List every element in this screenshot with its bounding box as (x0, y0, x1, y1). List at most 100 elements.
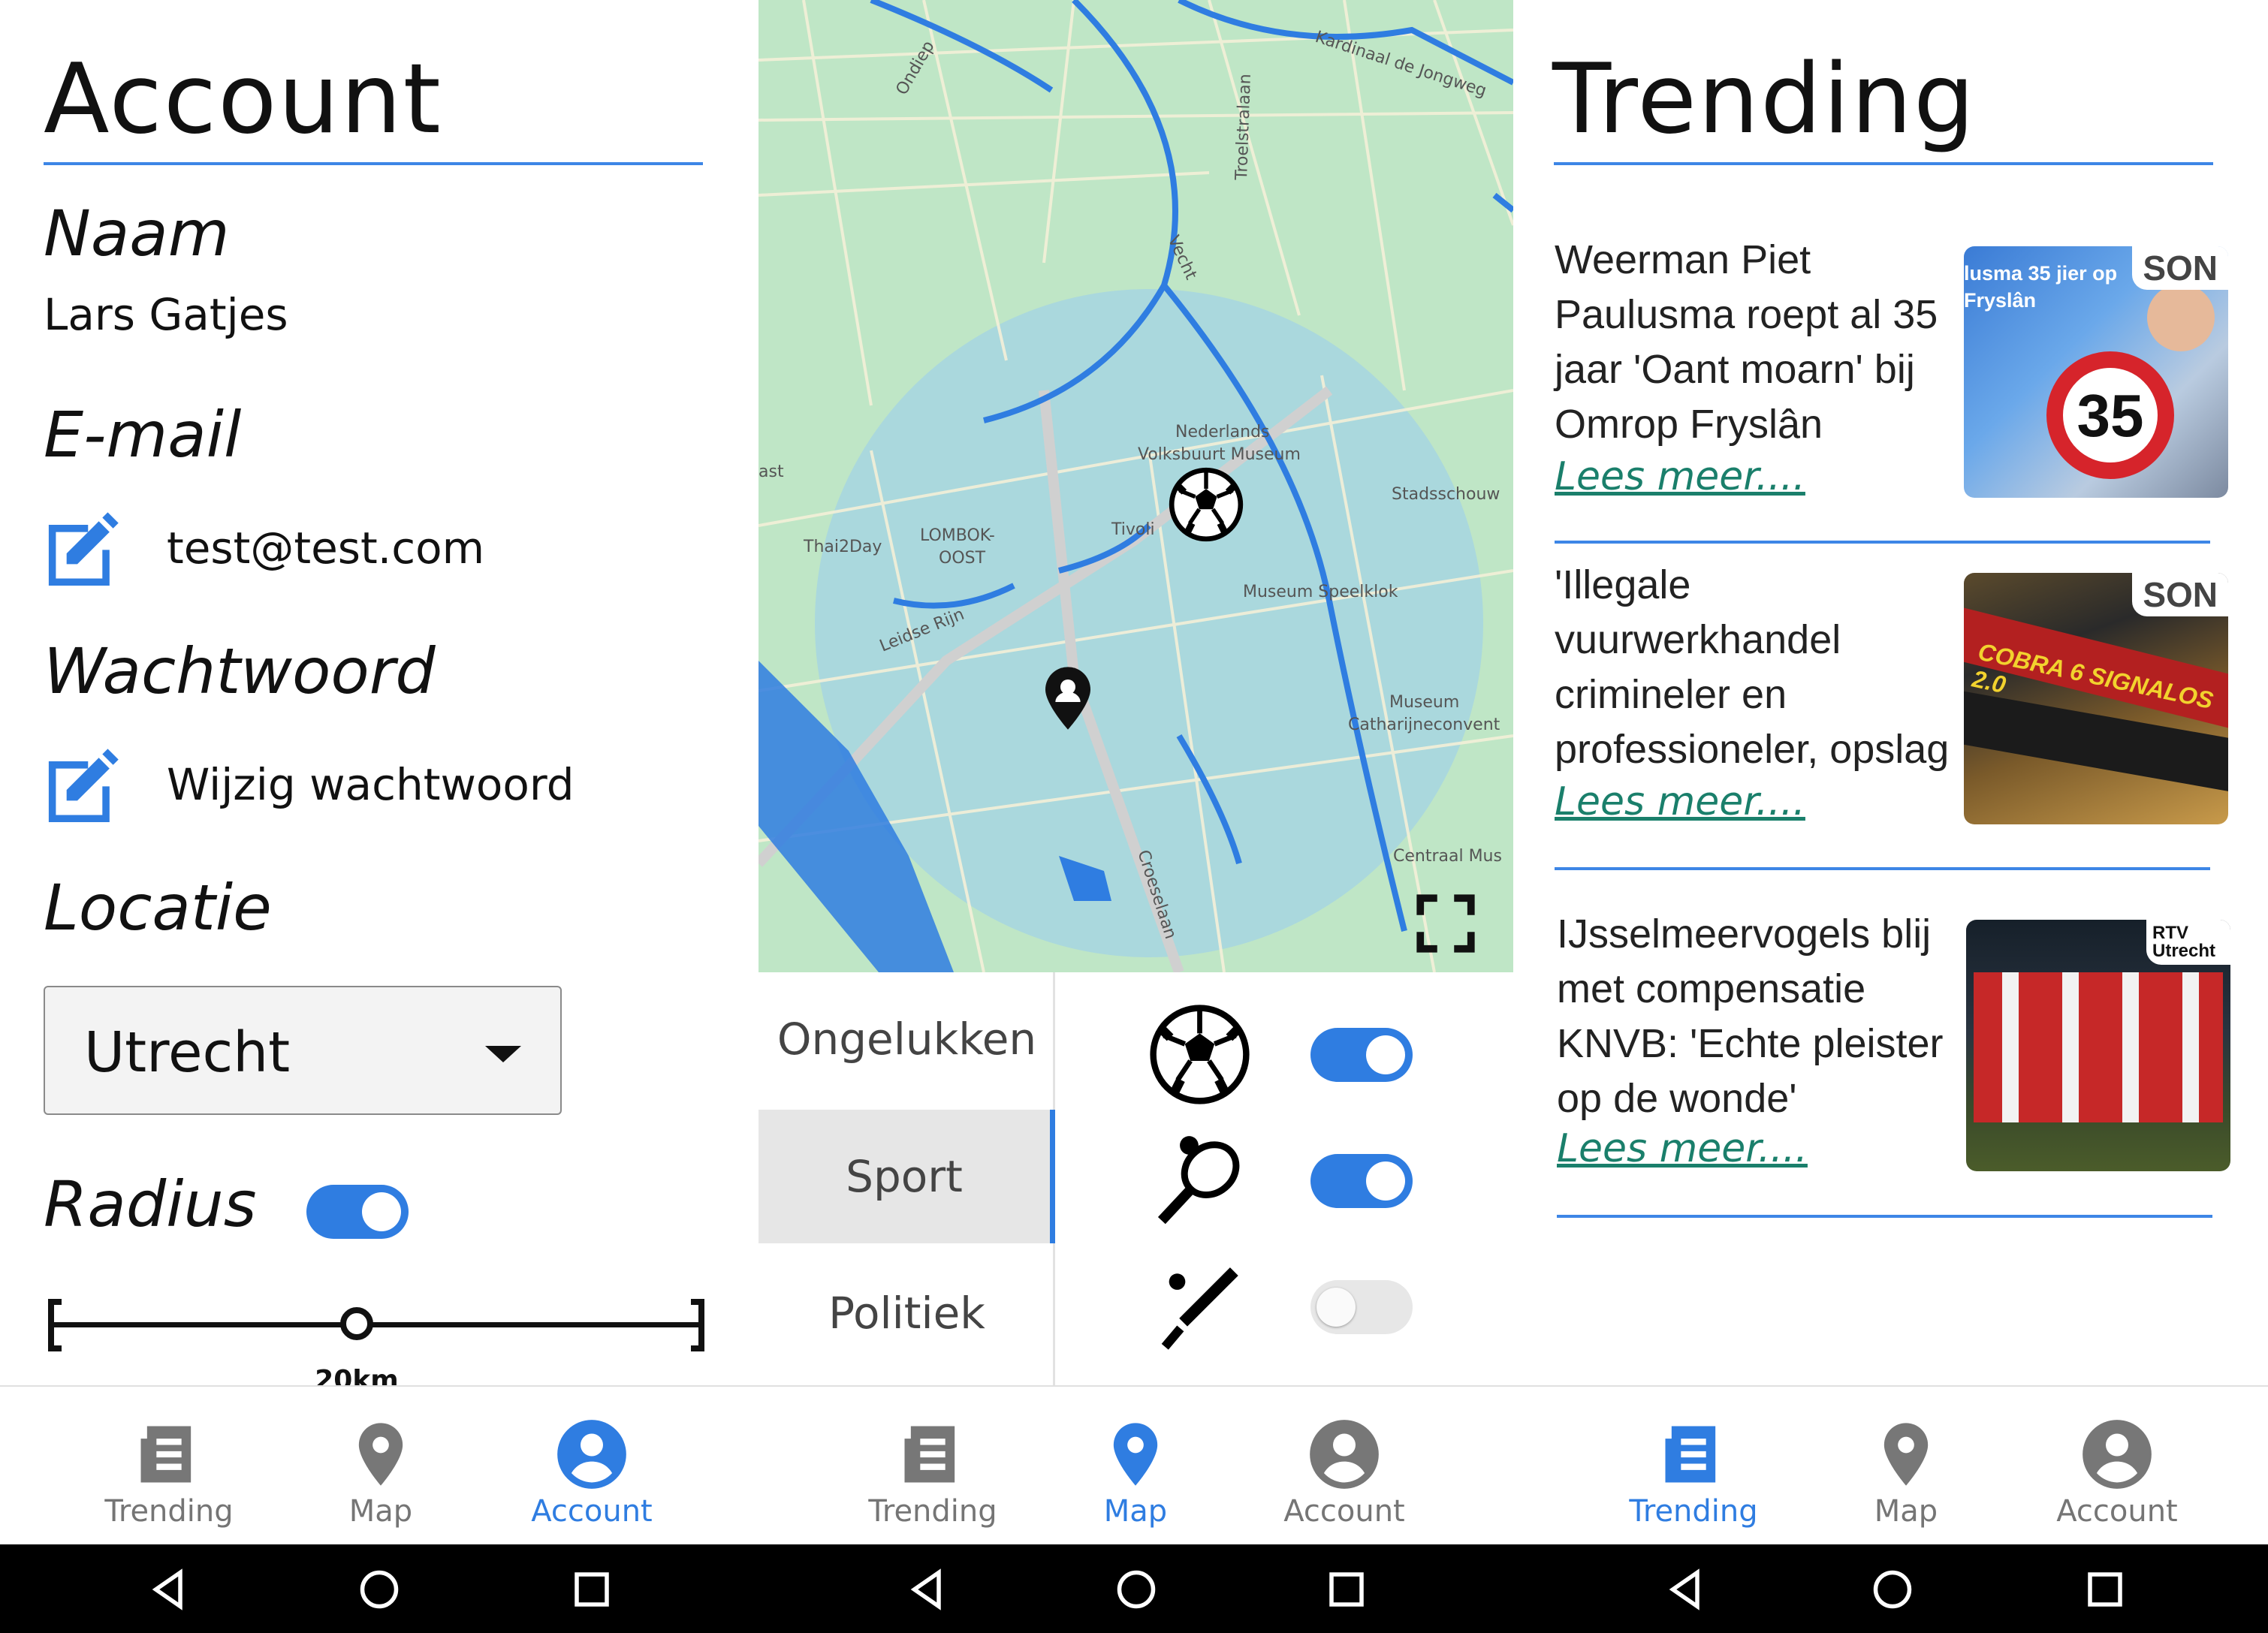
poi-label: Nederlands (1175, 423, 1270, 441)
nav-account[interactable]: Account (487, 1387, 697, 1546)
radius-toggle[interactable] (306, 1185, 409, 1239)
nav-map-label: Map (348, 1494, 413, 1529)
title-divider (1554, 162, 2213, 165)
trending-screen: Trending Weerman Piet Paulusma roept al … (1513, 0, 2268, 1633)
map-view[interactable]: Ondiep Kardinaal de Jongweg Troelstralaa… (759, 0, 1513, 972)
cricket-toggle[interactable] (1310, 1280, 1413, 1334)
chevron-down-icon (485, 1046, 521, 1062)
newspaper-icon (140, 1426, 192, 1483)
category-sport[interactable]: Sport (759, 1110, 1055, 1243)
category-ongelukken[interactable]: Ongelukken (759, 972, 1055, 1106)
nav-account[interactable]: Account (2012, 1387, 2222, 1546)
soccer-ball-marker[interactable] (1169, 467, 1244, 542)
person-image (2147, 284, 2215, 351)
news-divider (1557, 1215, 2212, 1218)
recents-icon[interactable] (1324, 1567, 1369, 1612)
cricket-icon (1161, 1267, 1238, 1350)
poi-label: Museum (1389, 693, 1459, 712)
nav-trending-label: Trending (868, 1494, 997, 1529)
home-icon[interactable] (1114, 1567, 1159, 1612)
nav-trending[interactable]: Trending (828, 1387, 1038, 1546)
back-icon[interactable] (146, 1567, 192, 1612)
edit-password-button[interactable] (41, 747, 128, 822)
read-more-link[interactable]: Lees meer.... (1555, 454, 1805, 499)
name-label: Naam (44, 197, 230, 270)
poi-label: Catharijneconvent (1348, 716, 1500, 734)
fullscreen-icon[interactable] (1412, 890, 1479, 957)
toggle-knob (362, 1192, 401, 1231)
soccer-toggle[interactable] (1310, 1028, 1413, 1082)
nav-map-label: Map (1103, 1494, 1168, 1529)
slider-bracket-right (691, 1299, 704, 1351)
category-label: Politiek (828, 1288, 985, 1339)
news-thumbnail: COBRA 6 SIGNALOS 2.0 SON (1964, 573, 2228, 824)
nav-account-label: Account (531, 1494, 653, 1529)
name-value: Lars Gatjes (44, 289, 288, 340)
newspaper-icon (1665, 1426, 1716, 1483)
map-screen: Ondiep Kardinaal de Jongweg Troelstralaa… (759, 0, 1513, 1633)
bottom-nav: Trending Map Account (759, 1385, 1513, 1544)
tennis-toggle[interactable] (1310, 1154, 1413, 1208)
location-select-value: Utrecht (84, 1020, 291, 1085)
home-icon[interactable] (357, 1567, 402, 1612)
news-title: 'Illegale vuurwerkhandel crimineler en p… (1555, 562, 1950, 772)
nav-trending[interactable]: Trending (64, 1387, 274, 1546)
home-icon[interactable] (1870, 1567, 1915, 1612)
nav-account[interactable]: Account (1239, 1387, 1449, 1546)
location-label: Locatie (44, 871, 272, 945)
news-thumbnail: lusma 35 jier op Fryslân 35 SON (1964, 246, 2228, 498)
nav-account-label: Account (1283, 1494, 1405, 1529)
district-label: LOMBOK- (920, 526, 995, 545)
news-item[interactable]: IJsselmeervogels blij met compensatie KN… (1513, 0, 2268, 1171)
bottom-nav: Trending Map Account (1513, 1385, 2268, 1544)
location-select[interactable]: Utrecht (44, 986, 562, 1115)
slider-thumb[interactable] (340, 1307, 374, 1340)
street-label: Ondiep (893, 38, 939, 98)
category-label: Ongelukken (777, 1014, 1037, 1065)
change-password-link[interactable]: Wijzig wachtwoord (167, 759, 575, 810)
map-pin-icon (358, 1423, 403, 1486)
team-photo-players (1974, 972, 2223, 1122)
map-canvas: Ondiep Kardinaal de Jongweg Troelstralaa… (759, 0, 1513, 972)
poi-label: Volksbuurt Museum (1138, 445, 1301, 464)
account-screen: Account Naam Lars Gatjes E-mail test@tes… (0, 0, 759, 1633)
news-thumbnail: RTV Utrecht (1966, 920, 2230, 1171)
password-label: Wachtwoord (44, 634, 436, 708)
category-politiek[interactable]: Politiek (759, 1246, 1055, 1380)
system-nav-bar (0, 1544, 759, 1633)
soccer-ball-icon (1150, 1005, 1250, 1104)
category-label: Sport (846, 1151, 963, 1202)
nav-map[interactable]: Map (1801, 1387, 2011, 1546)
street-label: Kardinaal de Jongweg (1313, 28, 1488, 101)
nav-map[interactable]: Map (276, 1387, 486, 1546)
back-icon[interactable] (905, 1567, 950, 1612)
recents-icon[interactable] (2083, 1567, 2128, 1612)
news-title: Weerman Piet Paulusma roept al 35 jaar '… (1555, 237, 1938, 447)
back-icon[interactable] (1663, 1567, 1709, 1612)
nav-trending-label: Trending (104, 1494, 234, 1529)
account-circle-icon (1310, 1420, 1379, 1489)
filter-panel: Ongelukken Sport Politiek (759, 972, 1513, 1385)
edit-email-button[interactable] (41, 511, 128, 586)
system-nav-bar (759, 1544, 1513, 1633)
location-pin-icon[interactable] (1038, 664, 1098, 732)
recents-icon[interactable] (569, 1567, 614, 1612)
read-more-link[interactable]: Lees meer.... (1557, 1126, 1808, 1171)
email-value: test@test.com (167, 523, 485, 574)
poi-label: Centraal Mus (1393, 847, 1502, 866)
poi-label: Museum Speelklok (1243, 583, 1398, 601)
nav-account-label: Account (2056, 1494, 2178, 1529)
read-more-link[interactable]: Lees meer.... (1555, 779, 1805, 824)
street-label: Troelstralaan (1232, 74, 1255, 181)
radius-label: Radius (44, 1168, 257, 1241)
map-pin-icon (1883, 1423, 1929, 1486)
nav-map[interactable]: Map (1030, 1387, 1241, 1546)
poi-label: Tivoli (1111, 520, 1155, 539)
nav-trending[interactable]: Trending (1588, 1387, 1799, 1546)
source-badge: SON (2132, 573, 2228, 616)
account-circle-icon (557, 1420, 626, 1489)
radius-slider[interactable] (44, 1291, 709, 1359)
slider-track (51, 1322, 701, 1327)
map-pin-icon (1113, 1423, 1158, 1486)
district-label: OOST (939, 549, 986, 568)
